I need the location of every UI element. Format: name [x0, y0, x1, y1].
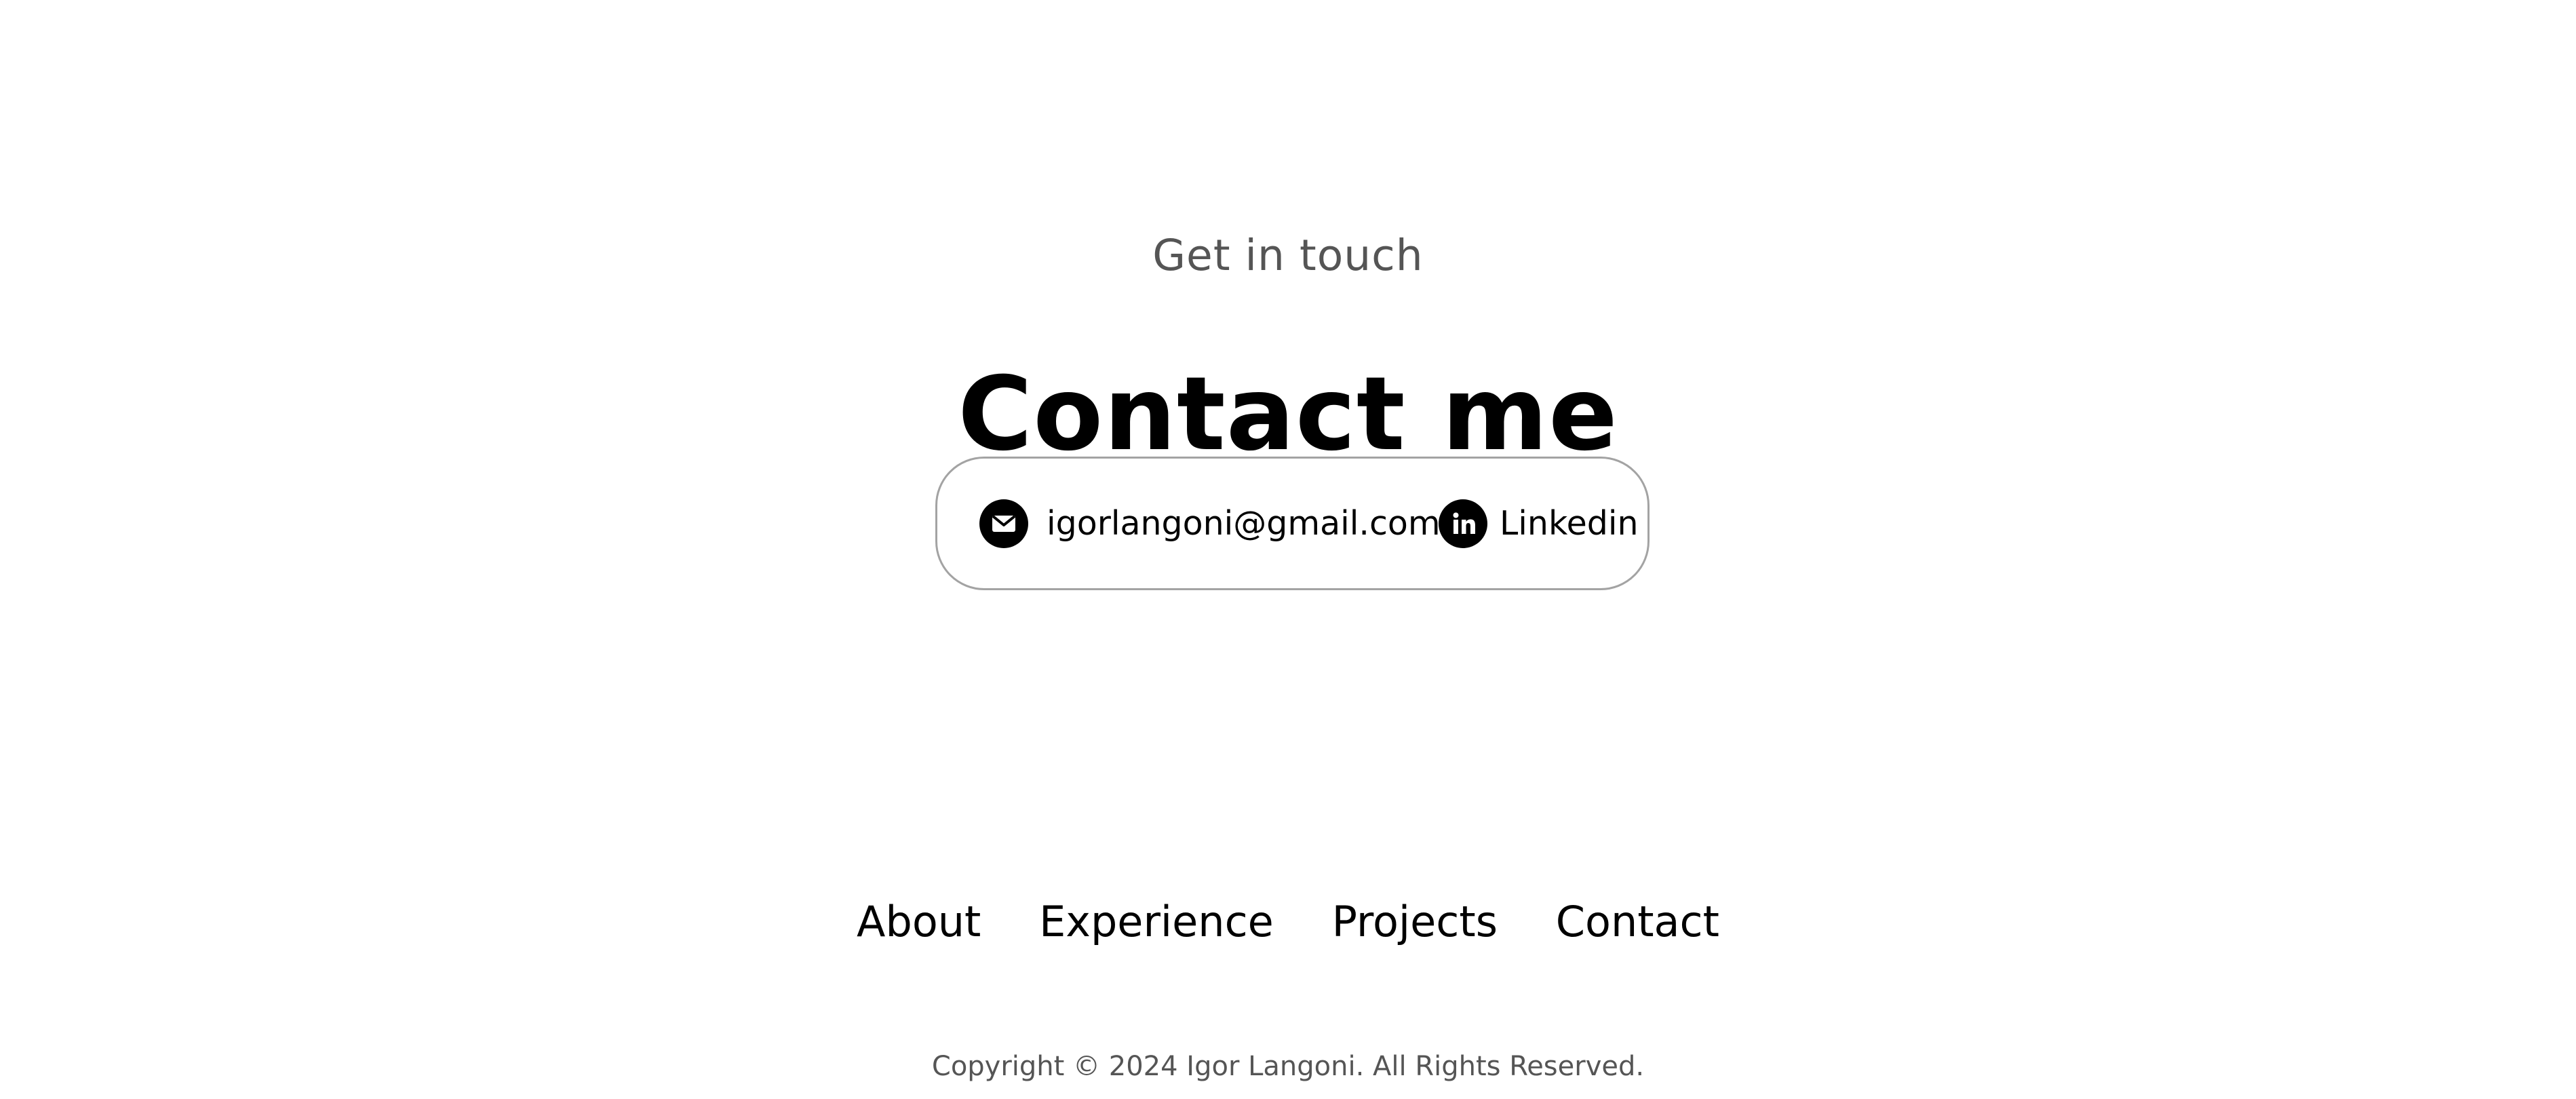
linkedin-icon [1439, 499, 1487, 548]
footer-nav-projects[interactable]: Projects [1332, 895, 1498, 948]
copyright-text: Copyright © 2024 Igor Langoni. All Right… [931, 1051, 1645, 1082]
page-title: Contact me [958, 355, 1618, 474]
linkedin-label: Linkedin [1500, 503, 1639, 543]
section-eyebrow: Get in touch [1152, 231, 1424, 280]
contact-page: Get in touch Contact me igorlangoni@gmai… [0, 0, 2576, 1099]
footer-nav-about[interactable]: About [857, 895, 981, 948]
email-address: igorlangoni@gmail.com [1047, 503, 1441, 543]
footer-nav: About Experience Projects Contact [0, 895, 2576, 948]
footer-nav-contact[interactable]: Contact [1556, 895, 1719, 948]
mail-icon [979, 499, 1028, 548]
email-contact-link[interactable]: igorlangoni@gmail.com [979, 459, 1441, 588]
linkedin-contact-link[interactable]: Linkedin [1439, 459, 1639, 588]
footer-nav-experience[interactable]: Experience [1039, 895, 1274, 948]
contact-info-card: igorlangoni@gmail.com Linkedin [935, 457, 1650, 590]
